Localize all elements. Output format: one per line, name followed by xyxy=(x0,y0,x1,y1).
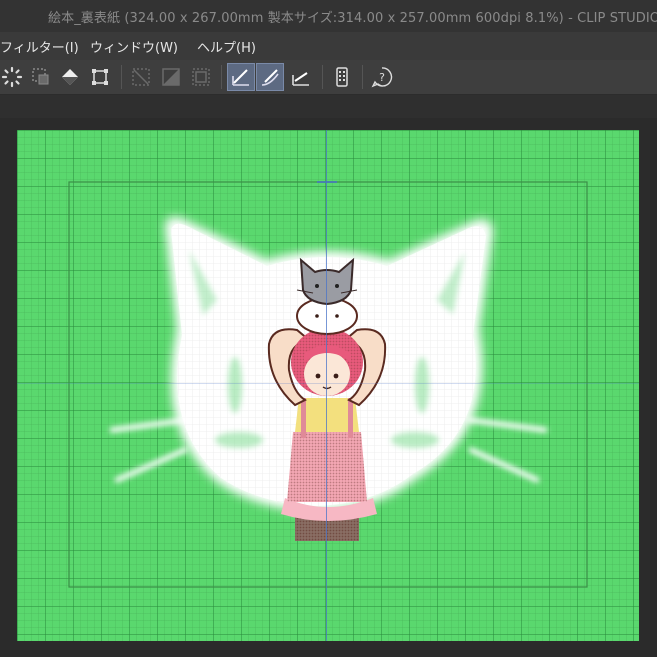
snap-to-grid-button[interactable] xyxy=(287,63,315,91)
help-button[interactable]: ? xyxy=(368,63,396,91)
transform-icon xyxy=(92,69,108,85)
toolbar-separator xyxy=(121,65,122,89)
snap-to-ruler-button[interactable] xyxy=(227,63,255,91)
snap-to-ruler-icon xyxy=(232,69,249,86)
lasso-select-button[interactable] xyxy=(0,63,26,91)
horizontal-center-guide xyxy=(17,383,639,384)
lasso-select-icon xyxy=(1,66,23,88)
select-layer-icon xyxy=(32,68,49,85)
help-icon: ? xyxy=(371,67,393,88)
top-crop-mark xyxy=(317,181,337,183)
transform-button[interactable] xyxy=(86,63,114,91)
select-layer-button[interactable] xyxy=(27,63,55,91)
drawing-canvas[interactable] xyxy=(17,130,639,641)
tablet-button[interactable] xyxy=(328,63,356,91)
menu-bar: フィルター(I) ウィンドウ(W) ヘルプ(H) xyxy=(0,32,657,60)
fill-icon xyxy=(62,69,78,85)
canvas-header-gap xyxy=(0,95,657,118)
menu-help[interactable]: ヘルプ(H) xyxy=(197,37,256,56)
ruler-frame-button[interactable] xyxy=(187,63,215,91)
vertical-center-guide xyxy=(326,130,327,641)
canvas-workspace[interactable] xyxy=(0,118,657,657)
clear-inside-button[interactable] xyxy=(157,63,185,91)
title-bar: 絵本_裏表紙 (324.00 x 267.00mm 製本サイズ:314.00 x… xyxy=(0,0,657,32)
tablet-icon xyxy=(336,67,348,87)
snap-to-special-ruler-button[interactable] xyxy=(256,63,284,91)
snap-to-grid-icon xyxy=(292,72,309,86)
fill-button[interactable] xyxy=(56,63,84,91)
command-bar: ? xyxy=(0,60,657,95)
clear-inside-icon xyxy=(162,68,180,86)
menu-filter[interactable]: フィルター(I) xyxy=(0,37,79,56)
clear-outside-icon xyxy=(132,68,150,86)
menu-window[interactable]: ウィンドウ(W) xyxy=(90,37,178,56)
toolbar-separator xyxy=(221,65,222,89)
clear-outside-button[interactable] xyxy=(127,63,155,91)
toolbar-separator xyxy=(322,65,323,89)
artwork xyxy=(68,181,588,588)
ruler-frame-icon xyxy=(192,68,210,86)
svg-text:?: ? xyxy=(379,71,385,84)
toolbar-separator xyxy=(362,65,363,89)
snap-to-special-ruler-icon xyxy=(261,69,279,86)
window-title: 絵本_裏表紙 (324.00 x 267.00mm 製本サイズ:314.00 x… xyxy=(48,11,657,26)
